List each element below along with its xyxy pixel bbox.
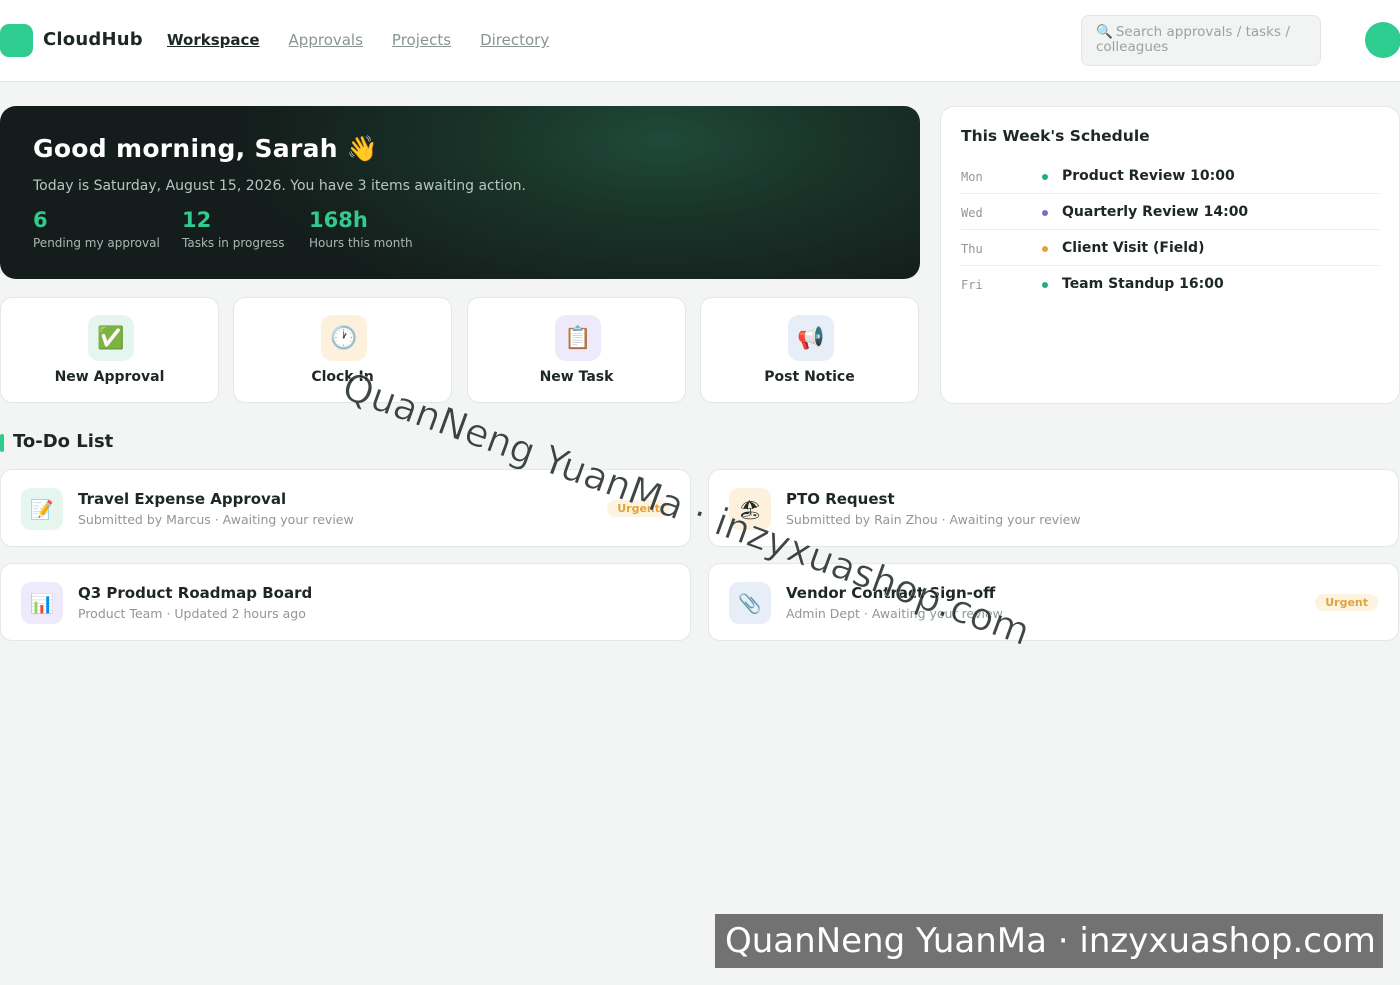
wave-icon: 👋 [346,134,379,163]
search-input[interactable]: 🔍 Search approvals / tasks / colleagues [1081,15,1321,66]
stat-value: 6 [33,208,48,232]
post-notice-button[interactable]: 📢 Post Notice [700,297,919,403]
stat-value: 12 [182,208,212,232]
todo-item-title: PTO Request [786,490,895,508]
new-task-button[interactable]: 📋 New Task [467,297,686,403]
watermark-banner: QuanNeng YuanMa · inzyxuashop.com [715,914,1383,968]
schedule-item[interactable]: Thu Client Visit (Field) [961,230,1380,266]
todo-item-pto-request[interactable]: 🏖 PTO Request Submitted by Rain Zhou · A… [708,469,1399,547]
section-accent [0,434,4,452]
todo-item-travel-expense[interactable]: 📝 Travel Expense Approval Submitted by M… [0,469,691,547]
nav-projects[interactable]: Projects [392,31,451,49]
nav-workspace[interactable]: Workspace [167,31,260,49]
action-label: Clock In [311,369,374,385]
stat-label: Tasks in progress [182,236,285,250]
todo-item-subtitle: Submitted by Marcus · Awaiting your revi… [78,512,354,527]
todo-item-title: Q3 Product Roadmap Board [78,584,313,602]
action-label: New Approval [54,369,165,385]
schedule-day: Wed [961,206,983,220]
greeting-text: Good morning, Sarah [33,134,338,163]
greeting-title: Good morning, Sarah 👋 [33,134,378,164]
clipboard-icon: 📋 [555,315,601,361]
main-nav: Workspace Approvals Projects Directory [167,31,578,49]
schedule-dot [1042,246,1048,252]
stat-hours-this-month[interactable]: 168h Hours this month [309,208,413,250]
weekly-schedule: This Week's Schedule Mon Product Review … [940,106,1400,404]
check-icon: ✅ [88,315,134,361]
stat-tasks-in-progress[interactable]: 12 Tasks in progress [182,208,285,250]
schedule-dot [1042,174,1048,180]
search-placeholder: Search approvals / tasks / colleagues [1096,24,1290,55]
beach-icon: 🏖 [729,488,771,530]
bar-chart-icon: 📊 [21,582,63,624]
action-label: New Task [539,369,614,385]
schedule-day: Mon [961,170,983,184]
clock-icon: 🕐 [321,315,367,361]
stat-label: Pending my approval [33,236,160,250]
schedule-day: Thu [961,242,983,256]
schedule-dot [1042,210,1048,216]
paperclip-icon: 📎 [729,582,771,624]
todo-item-vendor-contract[interactable]: 📎 Vendor Contract Sign-off Admin Dept · … [708,563,1399,641]
logo-icon[interactable] [0,24,33,57]
todo-item-title: Travel Expense Approval [78,490,287,508]
avatar[interactable] [1365,22,1400,58]
nav-approvals[interactable]: Approvals [289,31,363,49]
todo-item-subtitle: Admin Dept · Awaiting your review [786,606,1003,621]
todo-item-roadmap-board[interactable]: 📊 Q3 Product Roadmap Board Product Team … [0,563,691,641]
schedule-day: Fri [961,278,983,292]
action-label: Post Notice [764,369,855,385]
todo-title: To-Do List [13,431,114,452]
schedule-item[interactable]: Mon Product Review 10:00 [961,158,1380,194]
urgent-badge: Urgent [1315,594,1378,611]
new-approval-button[interactable]: ✅ New Approval [0,297,219,403]
todo-item-subtitle: Submitted by Rain Zhou · Awaiting your r… [786,512,1081,527]
schedule-event: Quarterly Review 14:00 [1062,204,1249,220]
greeting-subtitle: Today is Saturday, August 15, 2026. You … [33,178,526,194]
search-icon: 🔍 [1096,24,1113,40]
stat-label: Hours this month [309,236,413,250]
schedule-dot [1042,282,1048,288]
stat-pending-approval[interactable]: 6 Pending my approval [33,208,160,250]
clock-in-button[interactable]: 🕐 Clock In [233,297,452,403]
megaphone-icon: 📢 [788,315,834,361]
welcome-banner: Good morning, Sarah 👋 Today is Saturday,… [0,106,920,279]
schedule-item[interactable]: Fri Team Standup 16:00 [961,266,1380,302]
top-bar: CloudHub Workspace Approvals Projects Di… [0,0,1400,82]
schedule-item[interactable]: Wed Quarterly Review 14:00 [961,194,1380,230]
brand-name[interactable]: CloudHub [43,29,143,50]
schedule-event: Team Standup 16:00 [1062,276,1224,292]
schedule-event: Product Review 10:00 [1062,168,1235,184]
todo-item-title: Vendor Contract Sign-off [786,584,996,602]
todo-item-subtitle: Product Team · Updated 2 hours ago [78,606,306,621]
urgent-badge: Urgent [607,500,670,517]
nav-directory[interactable]: Directory [480,31,549,49]
memo-icon: 📝 [21,488,63,530]
stat-value: 168h [309,208,368,232]
schedule-title: This Week's Schedule [961,127,1150,145]
schedule-event: Client Visit (Field) [1062,240,1205,256]
